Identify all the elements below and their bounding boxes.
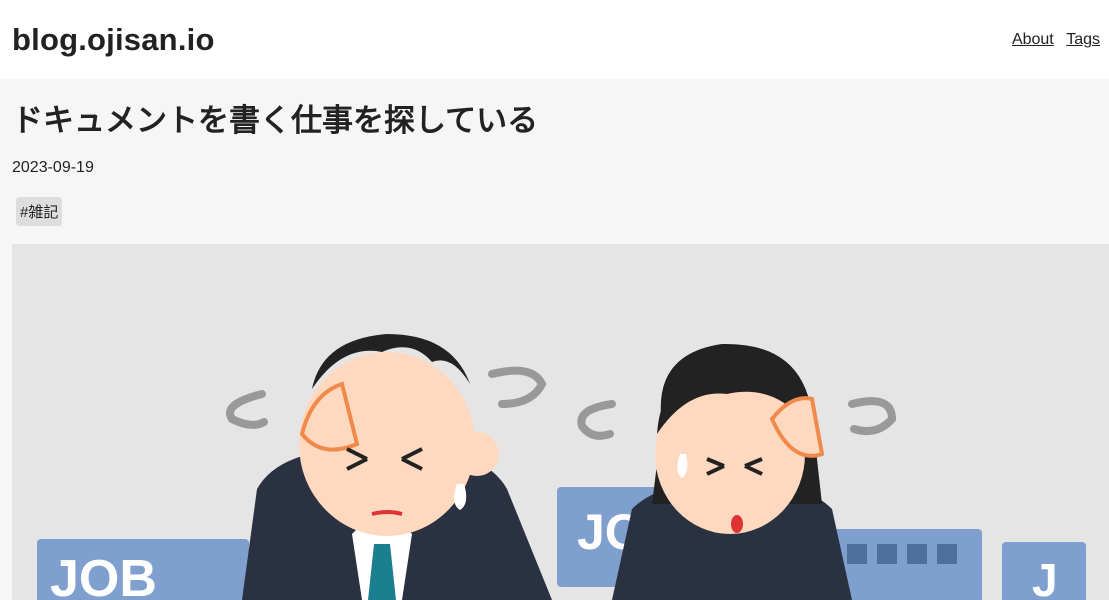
post-title: ドキュメントを書く仕事を探している [12,103,539,138]
hero-illustration: JOB JO J [12,244,1109,600]
hero-image: JOB JO J [12,244,1109,600]
tag-link[interactable]: #雑記 [16,197,63,226]
site-title-link[interactable]: blog.ojisan.io [12,22,215,58]
site-header: blog.ojisan.io About Tags [0,0,1109,79]
job-sign-left-text: JOB [50,550,157,600]
main-nav: About Tags [1004,31,1100,49]
nav-about-link[interactable]: About [1012,31,1054,48]
post-date: 2023-09-19 [12,159,94,176]
job-sign-right-text: J [1032,554,1058,600]
nav-tags-link[interactable]: Tags [1066,31,1100,48]
job-sign-left: JOB [37,539,249,600]
